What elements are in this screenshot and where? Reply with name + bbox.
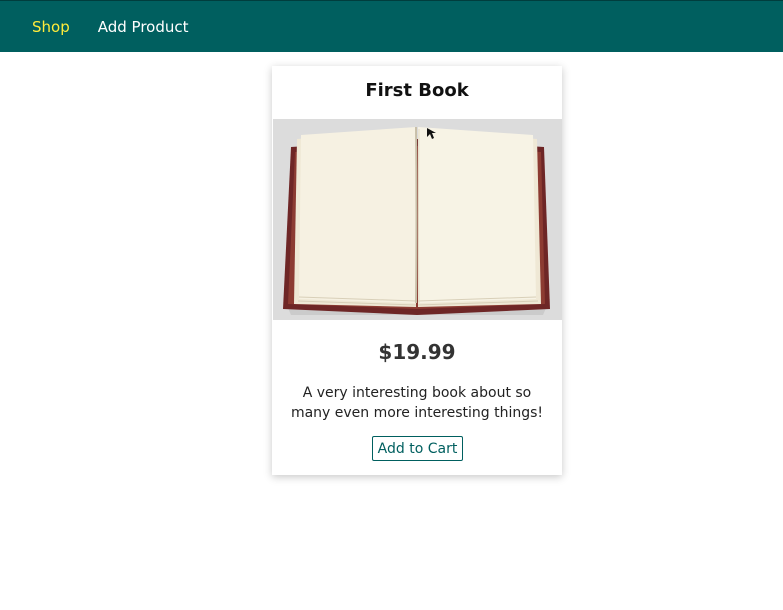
nav-add-product-link[interactable]: Add Product	[98, 17, 189, 37]
product-title: First Book	[365, 80, 469, 101]
add-to-cart-button[interactable]: Add to Cart	[372, 436, 463, 461]
product-price: $19.99	[378, 340, 456, 364]
product-description: A very interesting book about so many ev…	[290, 385, 544, 421]
main-header: Shop Add Product	[0, 0, 783, 52]
product-image	[273, 119, 562, 320]
main-navigation: Shop Add Product	[32, 17, 189, 37]
open-book-image-icon	[273, 119, 562, 320]
nav-shop-link[interactable]: Shop	[32, 17, 70, 37]
product-card: First Book $19.99 A very interesting boo…	[272, 66, 562, 475]
